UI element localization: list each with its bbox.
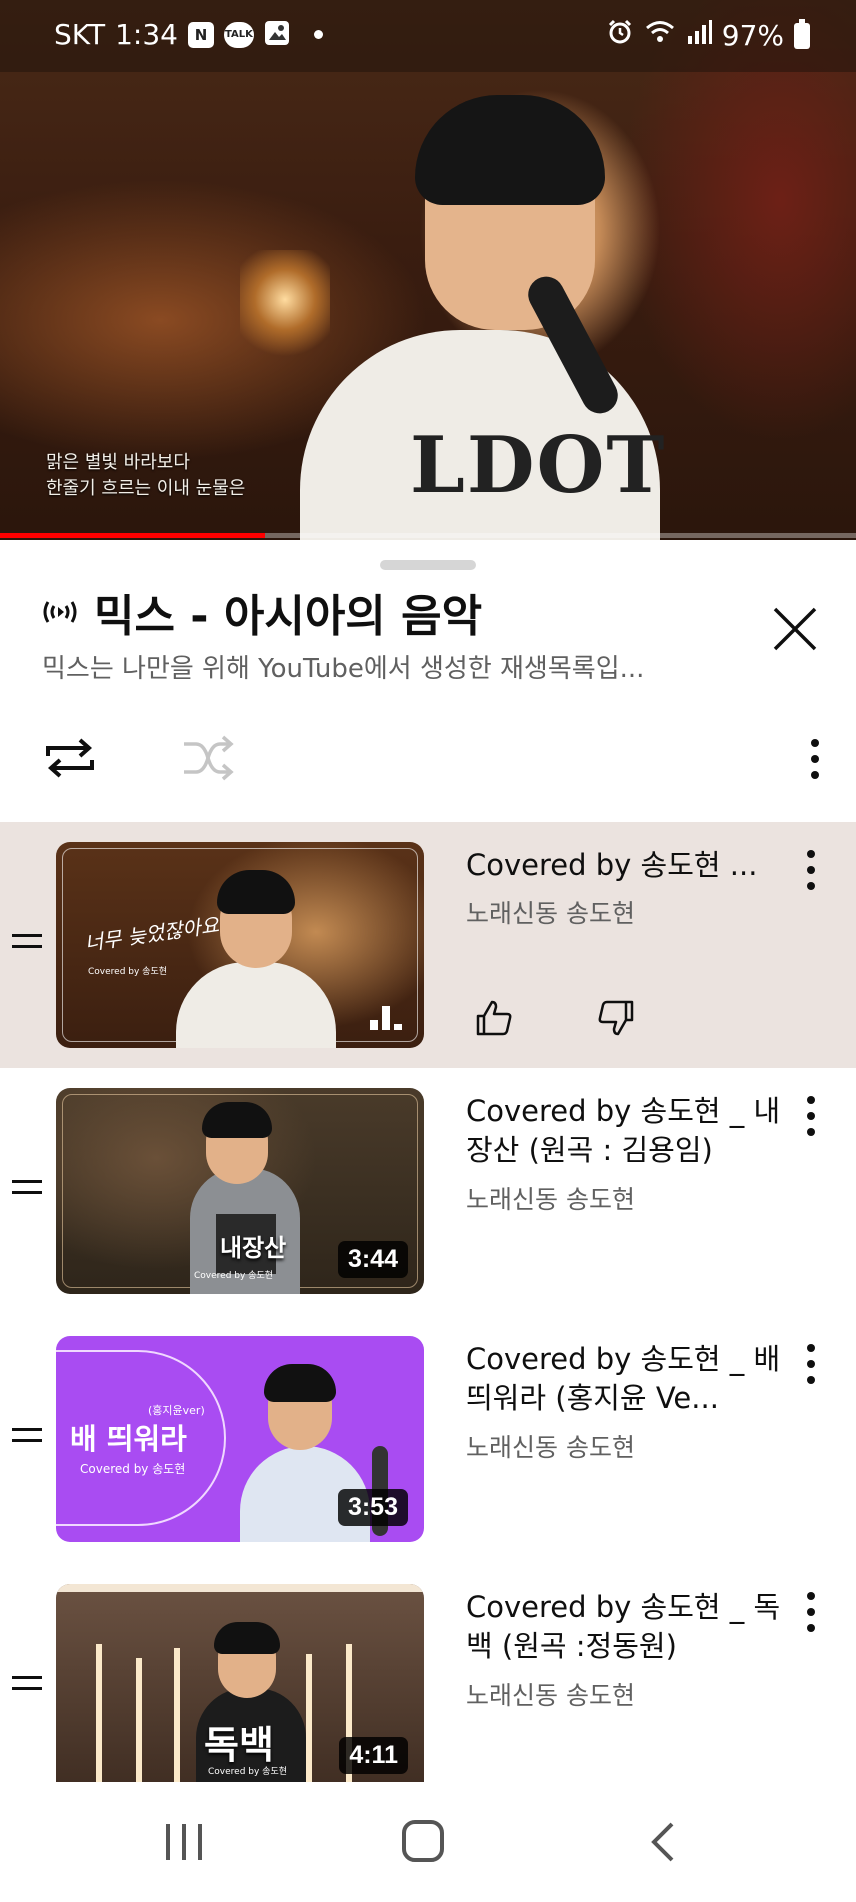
video-title[interactable]: Covered by 송도현 _ 배띄워라 (홍지윤 Ve... — [466, 1340, 786, 1418]
video-thumbnail[interactable]: 너무 늦었잖아요 Covered by 송도현 — [56, 842, 424, 1048]
video-title[interactable]: Covered by 송도현 _ 내장산 (원곡 : 김용임) — [466, 1092, 786, 1170]
playlist-items: 너무 늦었잖아요 Covered by 송도현 Covered by 송도현 .… — [0, 822, 856, 1812]
channel-name[interactable]: 노래신동 송도현 — [466, 1428, 635, 1464]
video-thumbnail[interactable]: 내장산 Covered by 송도현 3:44 — [56, 1088, 424, 1294]
video-thumbnail[interactable]: 독백 Covered by 송도현 4:11 — [56, 1584, 424, 1790]
now-playing-equalizer-icon — [370, 1004, 406, 1030]
background-lamp — [240, 250, 330, 360]
back-icon[interactable] — [648, 1820, 678, 1864]
more-notifications-dot — [313, 30, 323, 39]
naver-notification-icon: N — [187, 21, 214, 48]
more-vert-icon[interactable] — [796, 1340, 826, 1388]
more-vert-icon[interactable] — [796, 1092, 826, 1140]
channel-name[interactable]: 노래신동 송도현 — [466, 1180, 635, 1216]
singer-shirt: LDOT — [300, 330, 664, 540]
more-vert-icon[interactable] — [796, 846, 826, 894]
thumb-title: 독백 — [204, 1723, 274, 1767]
reorder-handle-icon[interactable] — [12, 1676, 42, 1690]
loop-icon[interactable] — [42, 730, 98, 786]
thumb-caption: Covered by 송도현 — [88, 967, 168, 977]
lyrics-line-2: 한줄기 흐르는 이내 눈물은 — [46, 478, 246, 499]
screen: LDOT 맑은 별빛 바라보다 한줄기 흐르는 이내 눈물은 SKT 1:34 … — [0, 0, 856, 1902]
video-title[interactable]: Covered by 송도현 ... — [466, 846, 786, 885]
duration-badge: 4:11 — [339, 1737, 408, 1774]
more-vert-icon[interactable] — [796, 1588, 826, 1636]
thumb-caption: Covered by 송도현 — [194, 1271, 274, 1281]
thumb-person-hair — [202, 1102, 272, 1138]
list-item[interactable]: (홍지윤ver) 배 띄워라 Covered by 송도현 3:53 Cover… — [0, 1316, 856, 1564]
mix-radio-icon — [40, 592, 80, 632]
playlist-subtitle: 믹스는 나만을 위해 YouTube에서 생성한 재생목록입... — [42, 654, 645, 684]
close-icon[interactable] — [770, 604, 820, 654]
channel-name[interactable]: 노래신동 송도현 — [466, 894, 635, 930]
playlist-more-icon[interactable] — [800, 734, 830, 784]
thumb-caption: Covered by 송도현 — [208, 1767, 288, 1777]
thumb-caption: Covered by 송도현 — [80, 1462, 186, 1476]
battery-percent: 97% — [721, 19, 784, 52]
duration-badge: 3:44 — [337, 1241, 408, 1278]
channel-name[interactable]: 노래신동 송도현 — [466, 1676, 635, 1712]
carrier-label: SKT — [54, 18, 106, 51]
image-notification-icon — [264, 20, 290, 50]
playlist-panel: 믹스 - 아시아의 음악 믹스는 나만을 위해 YouTube에서 생성한 재생… — [0, 540, 856, 1902]
list-item[interactable]: 너무 늦었잖아요 Covered by 송도현 Covered by 송도현 .… — [0, 822, 856, 1068]
battery-icon — [794, 18, 810, 49]
shirt-print: LDOT — [410, 420, 667, 511]
progress-bar[interactable] — [0, 533, 856, 538]
duration-badge: 3:53 — [337, 1489, 408, 1526]
thumb-person-hair — [217, 870, 295, 914]
thumbs-down-icon[interactable] — [596, 998, 636, 1038]
reorder-handle-icon[interactable] — [12, 1180, 42, 1194]
playlist-title: 믹스 - 아시아의 음악 — [94, 591, 483, 642]
thumb-light-2 — [136, 1658, 142, 1790]
thumbs-up-icon[interactable] — [474, 998, 514, 1038]
alarm-icon — [606, 18, 634, 53]
thumb-light-3 — [174, 1648, 180, 1790]
signal-icon — [686, 19, 712, 52]
singer-hair — [415, 95, 605, 205]
kakaotalk-notification-icon: TALK — [223, 21, 254, 48]
video-title[interactable]: Covered by 송도현 _ 독백 (원곡 :정동원) — [466, 1588, 786, 1666]
video-thumbnail[interactable]: (홍지윤ver) 배 띄워라 Covered by 송도현 3:53 — [56, 1336, 424, 1542]
reorder-handle-icon[interactable] — [12, 1428, 42, 1442]
lyrics-overlay: 맑은 별빛 바라보다 한줄기 흐르는 이내 눈물은 — [46, 450, 245, 502]
list-item[interactable]: 내장산 Covered by 송도현 3:44 Covered by 송도현 _… — [0, 1068, 856, 1316]
thumb-light-1 — [96, 1644, 102, 1790]
drag-handle[interactable] — [380, 560, 476, 570]
recents-icon[interactable] — [162, 1822, 206, 1862]
reorder-handle-icon[interactable] — [12, 934, 42, 948]
lyrics-line-1: 맑은 별빛 바라보다 — [46, 452, 190, 473]
shuffle-icon[interactable] — [180, 732, 236, 784]
system-nav-bar — [0, 1782, 856, 1902]
thumb-person-hair — [214, 1622, 280, 1654]
thumb-title: 배 띄워라 — [70, 1422, 187, 1456]
thumb-person-hair — [264, 1364, 336, 1402]
thumb-top-border — [56, 1584, 424, 1592]
home-icon[interactable] — [402, 1820, 444, 1862]
video-player[interactable]: LDOT 맑은 별빛 바라보다 한줄기 흐르는 이내 눈물은 — [0, 0, 856, 540]
progress-fill — [0, 533, 266, 538]
clock: 1:34 — [115, 18, 178, 51]
thumb-title: 내장산 — [220, 1234, 287, 1262]
thumb-light-4 — [306, 1654, 312, 1790]
wifi-icon — [644, 18, 676, 53]
list-item[interactable]: 독백 Covered by 송도현 4:11 Covered by 송도현 _ … — [0, 1564, 856, 1812]
status-bar: SKT 1:34 N TALK 97% — [0, 0, 856, 72]
